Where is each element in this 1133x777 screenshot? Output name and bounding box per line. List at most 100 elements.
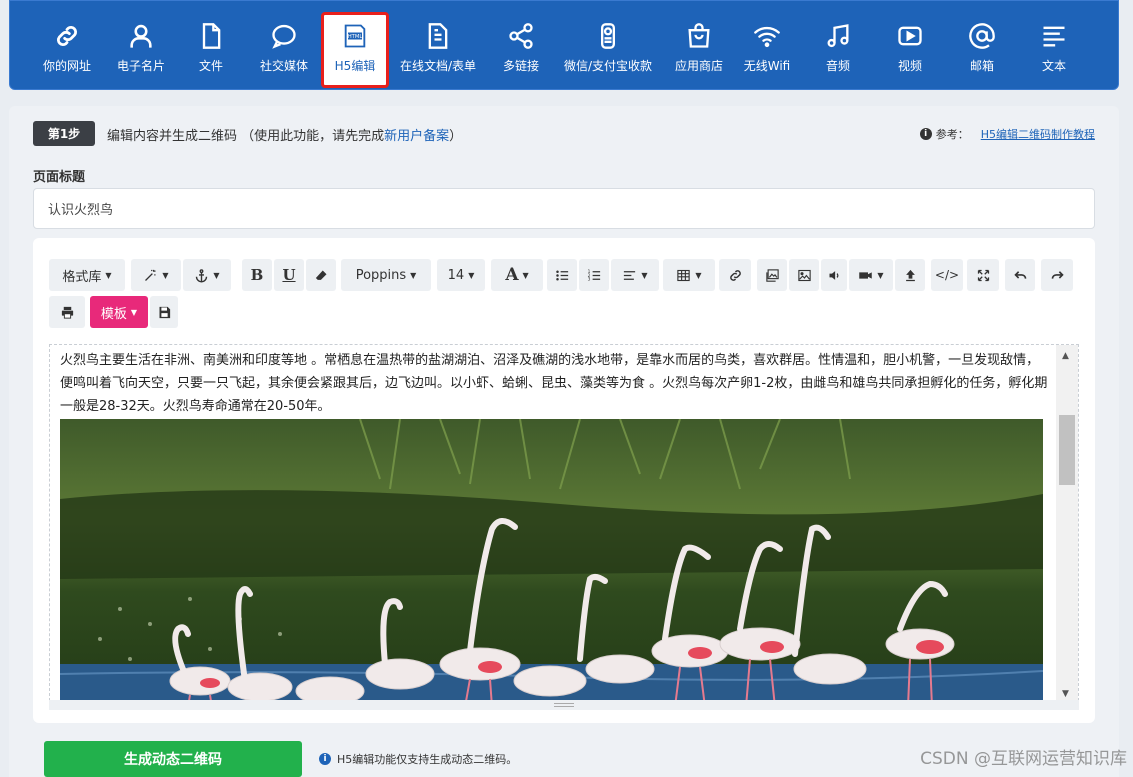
- insert-audio-button[interactable]: [821, 259, 847, 291]
- magic-wand-dropdown[interactable]: ▼: [131, 259, 181, 291]
- editor-resize-handle[interactable]: [49, 700, 1079, 710]
- insert-video-dropdown[interactable]: ▼: [849, 259, 893, 291]
- print-button[interactable]: [49, 296, 85, 328]
- nav-label: 无线Wifi: [743, 59, 791, 73]
- flamingo-photo: [60, 419, 1043, 705]
- content-paragraph: 火烈鸟主要生活在非洲、南美洲和印度等地 。常栖息在温热带的盐湖湖泊、沼泽及礁湖的…: [60, 353, 1048, 414]
- text-lines-icon: [1039, 21, 1069, 51]
- bold-button[interactable]: B: [242, 259, 272, 291]
- fullscreen-button[interactable]: [967, 259, 999, 291]
- generate-qr-button[interactable]: 生成动态二维码: [44, 741, 302, 777]
- nav-label: 邮箱: [969, 59, 994, 73]
- nav-label: 社交媒体: [259, 59, 308, 73]
- flamingo-image: [60, 419, 1043, 705]
- nav-item-h5-editor[interactable]: HTML H5编辑: [321, 12, 389, 88]
- page-title-input[interactable]: [33, 188, 1095, 229]
- nav-item-payment[interactable]: 微信/支付宝收款: [558, 1, 658, 91]
- printer-icon: [61, 306, 73, 319]
- font-color-dropdown[interactable]: A ▼: [491, 259, 543, 291]
- nav-item-wifi[interactable]: 无线Wifi: [738, 1, 796, 91]
- paragraph-align-dropdown[interactable]: ▼: [611, 259, 659, 291]
- nav-item-multi-link[interactable]: 多链接: [492, 1, 550, 91]
- eraser-icon: [315, 270, 326, 280]
- nav-item-your-url[interactable]: 你的网址: [32, 1, 102, 91]
- grip-icon: [554, 703, 574, 707]
- scroll-down-arrow-icon[interactable]: ▼: [1062, 689, 1069, 699]
- nav-label: H5编辑: [334, 59, 376, 73]
- document-icon: [423, 21, 453, 51]
- share-icon: [506, 21, 536, 51]
- anchor-dropdown[interactable]: ▼: [183, 259, 231, 291]
- video-camera-icon: [859, 271, 873, 279]
- ordered-list-button[interactable]: 123: [579, 259, 609, 291]
- nav-item-business-card[interactable]: 电子名片: [106, 1, 176, 91]
- nav-label: 电子名片: [116, 59, 165, 73]
- upload-arrow-icon: [905, 269, 915, 281]
- nav-label: 应用商店: [674, 59, 723, 73]
- editor-scrollbar[interactable]: ▲ ▼: [1056, 345, 1078, 705]
- image-gallery-button[interactable]: [757, 259, 787, 291]
- watermark: CSDN @互联网运营知识库: [920, 749, 1127, 769]
- video-icon: [895, 21, 925, 51]
- insert-image-button[interactable]: [789, 259, 819, 291]
- chat-bubble-icon: [269, 21, 299, 51]
- font-size-dropdown[interactable]: 14 ▼: [437, 259, 485, 291]
- rich-text-editor: 格式库 ▼ ▼ ▼ B U Poppins ▼ 14 ▼ A ▼ 123 ▼ ▼ ▼ <…: [33, 238, 1095, 723]
- nav-label: 在线文档/表单: [399, 59, 477, 73]
- scroll-up-arrow-icon[interactable]: ▲: [1062, 351, 1069, 361]
- step-text-before: 编辑内容并生成二维码 （使用此功能，请先完成: [107, 129, 385, 144]
- person-icon: [126, 21, 156, 51]
- nav-item-online-doc[interactable]: 在线文档/表单: [396, 1, 480, 91]
- font-family-dropdown[interactable]: Poppins ▼: [341, 259, 431, 291]
- template-dropdown[interactable]: 模板 ▼: [90, 296, 148, 328]
- at-sign-icon: [967, 21, 997, 51]
- wifi-icon: [752, 21, 782, 51]
- file-icon: [196, 21, 226, 51]
- top-nav: 你的网址 电子名片 文件 社交媒体 HTML H5编辑 在线文档/表单 多链接 …: [9, 0, 1119, 90]
- info-icon: i: [919, 128, 932, 140]
- align-icon: [624, 270, 636, 280]
- nav-label: 你的网址: [42, 59, 91, 73]
- tutorial-link[interactable]: H5编辑二维码制作教程: [981, 126, 1095, 142]
- nav-item-app-store[interactable]: 应用商店: [664, 1, 734, 91]
- image-icon: [797, 269, 811, 281]
- speaker-icon: [829, 270, 838, 280]
- redo-button[interactable]: [1041, 259, 1073, 291]
- editor-content[interactable]: 火烈鸟主要生活在非洲、南美洲和印度等地 。常栖息在温热带的盐湖湖泊、沼泽及礁湖的…: [49, 344, 1079, 706]
- font-size-label: 14: [447, 267, 465, 283]
- expand-icon: [977, 269, 989, 281]
- nav-item-social-media[interactable]: 社交媒体: [250, 1, 318, 91]
- link-icon: [52, 21, 82, 51]
- undo-button[interactable]: [1005, 259, 1035, 291]
- nav-label: 音频: [825, 59, 850, 73]
- step-badge: 第1步: [33, 121, 95, 146]
- save-button[interactable]: [150, 296, 178, 328]
- scrollbar-thumb[interactable]: [1059, 415, 1075, 485]
- table-dropdown[interactable]: ▼: [663, 259, 715, 291]
- insert-link-button[interactable]: [719, 259, 751, 291]
- magic-wand-icon: [145, 269, 156, 281]
- unordered-list-button[interactable]: [547, 259, 577, 291]
- html-file-icon: HTML: [340, 21, 370, 51]
- nav-label: 文本: [1041, 59, 1066, 73]
- nav-item-audio[interactable]: 音频: [810, 1, 866, 91]
- music-icon: [823, 21, 853, 51]
- source-code-button[interactable]: </>: [931, 259, 963, 291]
- main-card: 第1步 编辑内容并生成二维码 （使用此功能，请先完成新用户备案） i 参考： H…: [9, 106, 1119, 777]
- nav-label: 微信/支付宝收款: [563, 59, 653, 73]
- eraser-button[interactable]: [306, 259, 336, 291]
- upload-button[interactable]: [895, 259, 925, 291]
- underline-button[interactable]: U: [274, 259, 304, 291]
- bullet-list-icon: [555, 270, 568, 280]
- code-icon: </>: [934, 268, 960, 282]
- new-user-registration-link[interactable]: 新用户备案: [384, 129, 449, 144]
- nav-item-text[interactable]: 文本: [1026, 1, 1082, 91]
- gallery-icon: [765, 268, 779, 282]
- template-label: 模板: [100, 306, 127, 322]
- nav-item-file[interactable]: 文件: [182, 1, 240, 91]
- reference: i 参考： H5编辑二维码制作教程: [919, 126, 1095, 142]
- generate-note-text: H5编辑功能仅支持生成动态二维码。: [337, 753, 518, 766]
- style-library-dropdown[interactable]: 格式库 ▼: [49, 259, 125, 291]
- nav-item-video[interactable]: 视频: [882, 1, 938, 91]
- nav-item-email[interactable]: 邮箱: [954, 1, 1010, 91]
